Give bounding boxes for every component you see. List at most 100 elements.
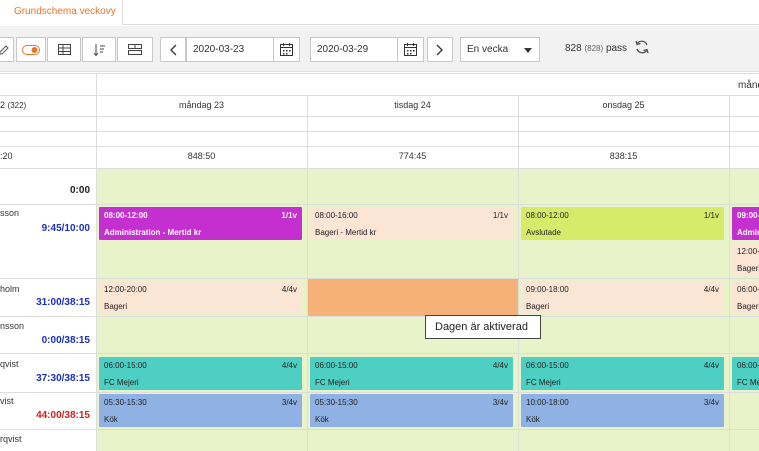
next-week-button[interactable] — [427, 37, 453, 62]
shift-block[interactable]: 12:00-20:00 4/4v Bageri — [99, 281, 302, 314]
employee-name[interactable]: qvist — [0, 359, 19, 369]
shift-name: Bageri — [104, 302, 128, 311]
chevron-down-icon — [524, 48, 532, 53]
period-select[interactable]: En vecka — [460, 37, 540, 62]
prev-week-button[interactable] — [160, 37, 186, 62]
left-count: 2 (322) — [0, 100, 26, 110]
toolbar: 2020-03-23 2020-03-29 En vecka 828 (828)… — [0, 26, 759, 72]
day-header-tuesday[interactable]: tisdag 24 — [307, 100, 518, 110]
shift-name: Avslutade — [526, 228, 561, 237]
shift-block[interactable]: 10:00-18:00 3/4v Kök — [521, 394, 724, 427]
shift-name: Bageri - Mertid kr — [315, 228, 377, 237]
toggle-icon[interactable] — [16, 37, 46, 62]
activated-day-cell[interactable] — [308, 279, 518, 316]
date-from-input[interactable]: 2020-03-23 — [186, 37, 274, 62]
shift-time: 06:00-15:00 — [104, 361, 147, 370]
layout-icon[interactable] — [117, 37, 153, 62]
edit-icon[interactable] — [0, 37, 14, 62]
employee-hours: 31:00/38:15 — [36, 297, 90, 308]
shift-name: Kök — [104, 415, 118, 424]
refresh-icon[interactable] — [634, 39, 652, 57]
employee-name[interactable]: sson — [0, 208, 19, 218]
shift-time: 10:00-18:00 — [526, 398, 569, 407]
shift-block[interactable]: 06:00- Bageri — [732, 281, 759, 314]
day-header-wednesday[interactable]: onsdag 25 — [518, 100, 729, 110]
calendar-icon[interactable] — [273, 37, 300, 62]
shift-count: 1/1v — [281, 211, 297, 220]
sort-icon[interactable] — [82, 37, 116, 62]
shift-count: 4/4v — [703, 361, 719, 370]
shift-block[interactable]: 08:00-16:00 1/1v Bageri - Mertid kr — [310, 207, 513, 240]
shift-block[interactable]: 05:30-15:30 3/4v Kök — [310, 394, 513, 427]
shift-time: 09:00-18:00 — [526, 285, 569, 294]
table-icon[interactable] — [47, 37, 81, 62]
shift-block[interactable]: 08:00-12:00 1/1v Administration - Mertid… — [99, 207, 302, 240]
shift-name: Kök — [526, 415, 540, 424]
pass-label: pass — [605, 43, 628, 54]
shift-block[interactable]: 12:00- Bageri — [732, 243, 759, 276]
shift-time: 12:00-20:00 — [104, 285, 147, 294]
shift-count: 4/4v — [281, 361, 297, 370]
shift-name: FC Mejeri — [104, 378, 139, 387]
shift-time: 08:00-16:00 — [315, 211, 358, 220]
shift-name: Bageri — [737, 264, 759, 273]
shift-block[interactable]: 05:30-15:30 3/4v Kök — [99, 394, 302, 427]
pass-count: 828 (828) pass — [565, 43, 627, 54]
employee-hours: 0:00 — [69, 185, 90, 196]
employee-name[interactable]: vist — [0, 396, 14, 406]
shift-name: Admin — [737, 228, 759, 237]
shift-name: FC Me — [737, 378, 759, 387]
shift-count: 1/1v — [492, 211, 508, 220]
shift-time: 06:00- — [737, 285, 759, 294]
shift-time: 08:00-12:00 — [104, 211, 148, 220]
shift-time: 09:00- — [737, 211, 759, 220]
schedule-grid: månd 2 (322) :20 måndag 23 tisdag 24 ons… — [0, 73, 759, 451]
shift-time: 12:00- — [737, 247, 759, 256]
shift-time: 06:00-15:00 — [315, 361, 358, 370]
employee-hours: 9:45/10:00 — [41, 223, 90, 234]
employee-hours: 37:30/38:15 — [36, 373, 90, 384]
employee-hours: 44:00/38:15 — [36, 410, 90, 421]
shift-time: 05:30-15:30 — [315, 398, 358, 407]
shift-block[interactable]: 06:00-15:00 4/4v FC Mejeri — [99, 357, 302, 390]
shift-count: 3/4v — [703, 398, 719, 407]
calendar-icon[interactable] — [397, 37, 424, 62]
left-total: :20 — [0, 151, 13, 161]
employee-name[interactable]: holm — [0, 284, 20, 294]
shift-count: 4/4v — [703, 285, 719, 294]
tab-bar: Grundschema veckovy — [0, 0, 759, 26]
shift-block[interactable]: 06:00- FC Me — [732, 357, 759, 390]
shift-time: 06:00- — [737, 361, 759, 370]
date-to-input[interactable]: 2020-03-29 — [310, 37, 398, 62]
employee-hours: 0:00/38:15 — [41, 335, 90, 346]
shift-time: 08:00-12:00 — [526, 211, 569, 220]
shift-name: Bageri — [526, 302, 550, 311]
day-total-wednesday: 838:15 — [609, 151, 638, 161]
shift-name: FC Mejeri — [526, 378, 561, 387]
shift-time: 05:30-15:30 — [104, 398, 147, 407]
shift-name: Administration - Mertid kr — [104, 228, 202, 237]
shift-block[interactable]: 09:00-18:00 4/4v Bageri — [521, 281, 724, 314]
day-total-monday: 848:50 — [187, 151, 216, 161]
shift-block[interactable]: 06:00-15:00 4/4v FC Mejeri — [310, 357, 513, 390]
shift-name: Kök — [315, 415, 329, 424]
shift-count: 3/4v — [492, 398, 508, 407]
pass-count-total: (828) — [584, 44, 604, 53]
shift-block[interactable]: 09:00- Admin — [732, 207, 759, 240]
week-header: månd — [738, 80, 759, 91]
shift-name: Bageri — [737, 302, 759, 311]
shift-count: 3/4v — [281, 398, 297, 407]
shift-block[interactable]: 08:00-12:00 1/1v Avslutade — [521, 207, 724, 240]
tab-grundschema-veckovy[interactable]: Grundschema veckovy — [0, 0, 123, 26]
employee-name[interactable]: nsson — [0, 321, 24, 331]
period-select-value: En vecka — [467, 44, 509, 55]
shift-time: 06:00-15:00 — [526, 361, 569, 370]
shift-count: 4/4v — [492, 361, 508, 370]
tooltip: Dagen är aktiverad — [425, 315, 541, 339]
pass-count-value: 828 — [565, 43, 582, 54]
employee-name[interactable]: rqvist — [0, 434, 22, 444]
day-header-monday[interactable]: måndag 23 — [96, 100, 307, 110]
shift-block[interactable]: 06:00-15:00 4/4v FC Mejeri — [521, 357, 724, 390]
shift-name: FC Mejeri — [315, 378, 350, 387]
day-total-tuesday: 774:45 — [398, 151, 427, 161]
